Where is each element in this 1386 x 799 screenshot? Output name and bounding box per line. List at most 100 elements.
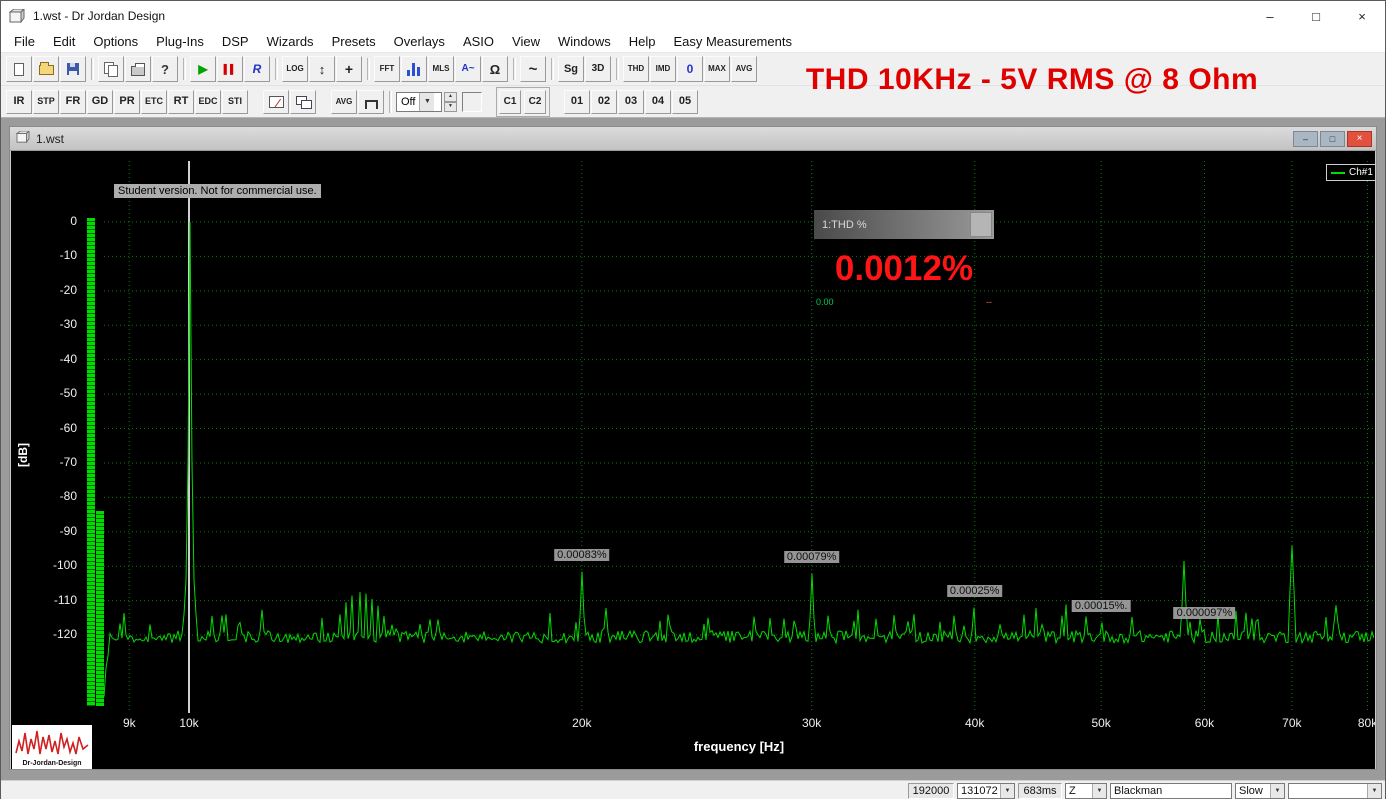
gd-button[interactable]: GD [87, 89, 113, 114]
thd-readout-titlebar[interactable]: 1:THD % [814, 210, 994, 239]
thd-readout-button[interactable] [970, 212, 992, 237]
thd-button[interactable]: THD [623, 56, 649, 82]
preset-04-button[interactable]: 04 [645, 89, 671, 114]
c1-button[interactable]: C1 [499, 89, 521, 114]
generator-combo-spinner[interactable]: ▲ ▼ [444, 91, 457, 112]
menu-options[interactable]: Options [84, 31, 147, 52]
sti-button[interactable]: STI [222, 89, 248, 114]
chevron-down-icon[interactable]: ▼ [1092, 783, 1106, 798]
menu-easy-measurements[interactable]: Easy Measurements [664, 31, 801, 52]
save-button[interactable] [60, 56, 86, 82]
log-scale-button[interactable]: LOG [282, 56, 308, 82]
play-button[interactable]: ▶ [190, 56, 216, 82]
minimize-button[interactable]: – [1247, 1, 1293, 31]
spinner-down-icon[interactable]: ▼ [444, 101, 457, 112]
maximize-button[interactable]: □ [1293, 1, 1339, 31]
preset-01-button[interactable]: 01 [564, 89, 590, 114]
spinner-up-icon[interactable]: ▲ [444, 91, 457, 102]
fft-size-combo[interactable]: 131072 ▼ [957, 782, 1015, 799]
chevron-down-icon[interactable]: ▼ [1270, 783, 1284, 798]
weighting-combo[interactable]: Z ▼ [1065, 782, 1107, 799]
menu-presets[interactable]: Presets [323, 31, 385, 52]
signal-generator-button[interactable]: ~ [520, 56, 546, 82]
record-button-label: R [252, 62, 262, 76]
avg-button[interactable]: AVG [731, 56, 757, 82]
edc-button[interactable]: EDC [195, 89, 221, 114]
pan-button[interactable]: + [336, 56, 362, 82]
y-axis-title: [dB] [16, 443, 30, 467]
extra-combo[interactable]: ▼ [1288, 782, 1382, 799]
menu-view[interactable]: View [503, 31, 549, 52]
chevron-down-icon[interactable]: ▼ [1000, 783, 1014, 798]
help-button-label: ? [161, 61, 169, 77]
pr-button[interactable]: PR [114, 89, 140, 114]
preset-03-button[interactable]: 03 [618, 89, 644, 114]
child-title-bar[interactable]: 1.wst – □ × [10, 127, 1376, 151]
chevron-down-icon[interactable]: ▼ [1367, 783, 1381, 798]
print-button[interactable] [125, 56, 151, 82]
generator-level-box[interactable] [462, 91, 482, 112]
menu-windows[interactable]: Windows [549, 31, 620, 52]
preset-02-button[interactable]: 02 [591, 89, 617, 114]
pulse-icon [364, 99, 378, 109]
close-button[interactable]: × [1339, 1, 1385, 31]
menu-edit[interactable]: Edit [44, 31, 84, 52]
generator-combo[interactable]: Off ▼ [396, 91, 442, 112]
spectrum-bars-button[interactable] [401, 56, 427, 82]
chevron-down-icon[interactable]: ▼ [419, 92, 435, 111]
child-close-button[interactable]: × [1347, 130, 1372, 147]
thd-sub-right: -- [986, 297, 992, 307]
ir-button[interactable]: IR [6, 89, 32, 114]
record-button[interactable]: R [244, 56, 270, 82]
menu-wizards[interactable]: Wizards [258, 31, 323, 52]
log-scale-button-label: LOG [286, 64, 304, 73]
rt-button[interactable]: RT [168, 89, 194, 114]
menu-plug-ins[interactable]: Plug-Ins [147, 31, 213, 52]
window-controls: – □ × [1247, 1, 1385, 31]
mls-button[interactable]: MLS [428, 56, 454, 82]
avg-mode-button[interactable]: AVG [331, 89, 357, 114]
toolbar-gap [550, 101, 564, 102]
child-minimize-button[interactable]: – [1293, 130, 1318, 147]
3d-button[interactable]: 3D [585, 56, 611, 82]
new-button[interactable] [6, 56, 32, 82]
menu-help[interactable]: Help [620, 31, 665, 52]
pause-button[interactable]: ▌▌ [217, 56, 243, 82]
menu-file[interactable]: File [5, 31, 44, 52]
transfer-view-button[interactable] [263, 89, 289, 114]
child-window-controls: – □ × [1293, 130, 1376, 147]
y-scale-button[interactable]: ↕ [309, 56, 335, 82]
menu-dsp[interactable]: DSP [213, 31, 258, 52]
print-icon [131, 62, 145, 76]
stp-button[interactable]: STP [33, 89, 59, 114]
etc-button-label: ETC [145, 96, 163, 106]
y-tick-label: -50 [59, 386, 77, 401]
sg-button[interactable]: Sg [558, 56, 584, 82]
pulse-button[interactable] [358, 89, 384, 114]
open-button[interactable] [33, 56, 59, 82]
help-button[interactable]: ? [152, 56, 178, 82]
menu-asio[interactable]: ASIO [454, 31, 503, 52]
overlay-windows-button[interactable] [290, 89, 316, 114]
spectrum-plot-area[interactable]: [dB] Student version. Not for commercial… [11, 151, 1375, 769]
etc-button[interactable]: ETC [141, 89, 167, 114]
child-window-icon [15, 129, 31, 146]
max-button-label: MAX [708, 64, 726, 73]
fr-button[interactable]: FR [60, 89, 86, 114]
peak-label: 0.00079% [783, 550, 840, 563]
menu-overlays[interactable]: Overlays [385, 31, 454, 52]
fr-button-label: FR [65, 95, 81, 107]
spectrum-chart[interactable] [104, 161, 1374, 713]
preset-05-button[interactable]: 05 [672, 89, 698, 114]
weighting-button[interactable]: A~ [455, 56, 481, 82]
imd-button[interactable]: IMD [650, 56, 676, 82]
averaging-combo[interactable]: Slow ▼ [1235, 782, 1285, 799]
copy-button[interactable] [98, 56, 124, 82]
zero-button[interactable]: 0 [677, 56, 703, 82]
c2-button[interactable]: C2 [524, 89, 546, 114]
page-icon [14, 62, 24, 76]
max-button[interactable]: MAX [704, 56, 730, 82]
impedance-button[interactable]: Ω [482, 56, 508, 82]
child-maximize-button[interactable]: □ [1320, 130, 1345, 147]
fft-button[interactable]: FFT [374, 56, 400, 82]
